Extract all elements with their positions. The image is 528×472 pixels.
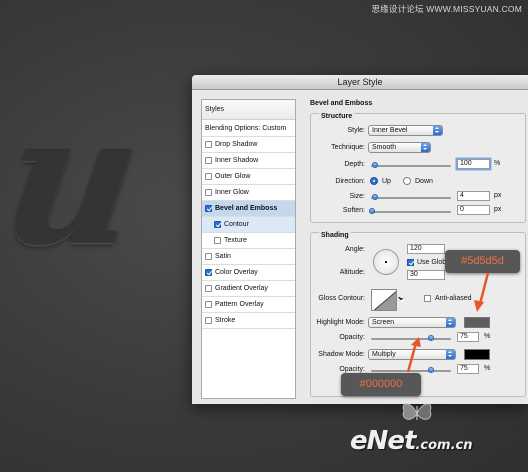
arrow-to-highlight-swatch <box>474 272 490 312</box>
enet-logo: eNet.com.cn <box>350 426 473 456</box>
arrow-to-shadow-swatch <box>406 337 421 373</box>
butterfly-icon <box>402 403 432 420</box>
logo-main: eNet <box>350 426 416 456</box>
annotation-arrows <box>406 272 490 373</box>
logo-domain: .com.cn <box>415 438 473 453</box>
